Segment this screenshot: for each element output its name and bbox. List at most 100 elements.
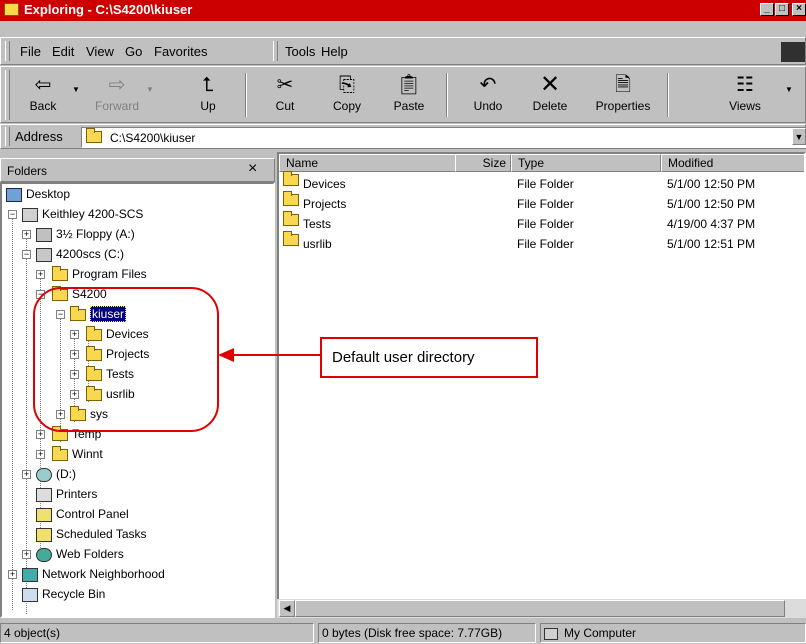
- tree-item-control-panel[interactable]: Control Panel: [36, 504, 129, 524]
- status-bar: 4 object(s) 0 bytes (Disk free space: 7.…: [0, 620, 806, 644]
- expand-icon[interactable]: +: [8, 570, 17, 579]
- scroll-thumb[interactable]: [295, 600, 785, 617]
- recycle-bin-icon: [22, 587, 38, 602]
- tree-item-floppy[interactable]: 3½ Floppy (A:): [36, 224, 135, 244]
- folder-icon: [283, 191, 299, 206]
- menu-tools[interactable]: Tools: [285, 44, 315, 59]
- folders-title: Folders: [7, 164, 48, 178]
- toolbar-separator: [667, 73, 669, 117]
- undo-icon: ↶: [479, 74, 497, 96]
- cut-button[interactable]: ✂ Cut: [255, 71, 315, 113]
- control-panel-icon: [36, 507, 52, 522]
- maximize-button[interactable]: □: [775, 3, 789, 16]
- status-location: My Computer: [540, 623, 806, 643]
- status-object-count: 4 object(s): [0, 623, 314, 643]
- column-header-type[interactable]: Type: [511, 154, 661, 172]
- up-button[interactable]: ⮤ Up: [178, 71, 238, 113]
- forward-arrow-icon: ⇨: [108, 74, 126, 96]
- list-row[interactable]: usrlib File Folder 5/1/00 12:51 PM: [279, 231, 804, 254]
- menu-favorites[interactable]: Favorites: [154, 44, 207, 59]
- forward-button[interactable]: ⇨ Forward: [87, 71, 147, 113]
- toolbar-grip[interactable]: [5, 70, 10, 120]
- collapse-icon[interactable]: −: [22, 250, 31, 259]
- menu-file[interactable]: File: [20, 44, 41, 59]
- collapse-icon[interactable]: −: [8, 210, 17, 219]
- computer-icon: [544, 627, 558, 640]
- menu-bar: File Edit View Go Favorites Tools Help: [0, 37, 806, 65]
- menu-grip[interactable]: [5, 41, 10, 61]
- list-row[interactable]: Devices File Folder 5/1/00 12:50 PM: [279, 171, 804, 194]
- tree-item-scheduled-tasks[interactable]: Scheduled Tasks: [36, 524, 147, 544]
- scheduled-tasks-icon: [36, 527, 52, 542]
- toolbar-separator: [446, 73, 448, 117]
- delete-x-icon: ✕: [539, 71, 561, 98]
- windows-logo-icon: [781, 42, 805, 62]
- title-bar: Exploring - C:\S4200\kiuser _ □ ×: [0, 0, 806, 21]
- properties-icon: 🗎︎: [614, 74, 632, 96]
- horizontal-scrollbar[interactable]: ◀: [277, 599, 806, 618]
- explorer-icon: [4, 3, 19, 16]
- back-dropdown-icon[interactable]: ▼: [72, 85, 80, 94]
- folder-icon: [283, 171, 299, 186]
- views-icon: ☷: [736, 74, 754, 96]
- hard-drive-icon: [36, 247, 52, 262]
- address-grip[interactable]: [5, 127, 10, 146]
- tree-item-ddrive[interactable]: (D:): [36, 464, 76, 484]
- status-disk-space: 0 bytes (Disk free space: 7.77GB): [318, 623, 536, 643]
- paste-button[interactable]: 📋︎ Paste: [379, 71, 439, 113]
- scroll-left-icon[interactable]: ◀: [279, 600, 295, 617]
- close-button[interactable]: ×: [792, 3, 806, 16]
- title-gap: [0, 21, 806, 36]
- views-dropdown-icon[interactable]: ▼: [785, 85, 793, 94]
- column-header-size[interactable]: Size: [455, 154, 511, 172]
- tree-line: [12, 210, 13, 610]
- address-input[interactable]: C:\S4200\kiuser ▼: [81, 127, 806, 148]
- menu-view[interactable]: View: [86, 44, 114, 59]
- expand-icon[interactable]: +: [22, 230, 31, 239]
- column-header-modified[interactable]: Modified: [661, 154, 804, 172]
- tree-item-cdrive[interactable]: 4200scs (C:): [36, 244, 124, 264]
- highlight-ellipse: [33, 287, 219, 432]
- properties-button[interactable]: 🗎︎ Properties: [587, 71, 659, 113]
- toolbar-separator: [245, 73, 247, 117]
- copy-icon: ⎘: [339, 74, 355, 96]
- address-dropdown-icon[interactable]: ▼: [792, 128, 806, 145]
- address-bar: Address C:\S4200\kiuser ▼: [0, 124, 806, 149]
- menu-grip-2[interactable]: [273, 41, 278, 61]
- expand-icon[interactable]: +: [22, 550, 31, 559]
- expand-icon[interactable]: +: [22, 470, 31, 479]
- list-row[interactable]: Projects File Folder 5/1/00 12:50 PM: [279, 191, 804, 214]
- desktop-icon: [6, 187, 22, 202]
- tree-item-desktop[interactable]: Desktop: [6, 184, 70, 204]
- list-row[interactable]: Tests File Folder 4/19/00 4:37 PM: [279, 211, 804, 234]
- delete-button[interactable]: ✕ Delete: [520, 71, 580, 113]
- tree-item-web-folders[interactable]: Web Folders: [36, 544, 124, 564]
- network-icon: [22, 567, 38, 582]
- minimize-button[interactable]: _: [760, 3, 774, 16]
- back-button[interactable]: ⇦ Back: [13, 71, 73, 113]
- tree-item-computer[interactable]: Keithley 4200-SCS: [22, 204, 143, 224]
- menu-help[interactable]: Help: [321, 44, 348, 59]
- forward-dropdown-icon[interactable]: ▼: [146, 85, 154, 94]
- undo-button[interactable]: ↶ Undo: [458, 71, 518, 113]
- expand-icon[interactable]: +: [36, 430, 45, 439]
- menu-edit[interactable]: Edit: [52, 44, 74, 59]
- web-folders-icon: [36, 547, 52, 562]
- tree-item-program-files[interactable]: Program Files: [52, 264, 147, 284]
- annotation-arrow: [218, 348, 322, 362]
- address-value: C:\S4200\kiuser: [110, 131, 196, 145]
- copy-button[interactable]: ⎘ Copy: [317, 71, 377, 113]
- clipboard-icon: 📋︎: [396, 74, 422, 96]
- window-title: Exploring - C:\S4200\kiuser: [24, 2, 193, 17]
- tree-item-recycle-bin[interactable]: Recycle Bin: [22, 584, 105, 604]
- tree-item-printers[interactable]: Printers: [36, 484, 97, 504]
- folder-icon: [86, 128, 102, 144]
- tree-item-winnt[interactable]: Winnt: [52, 444, 103, 464]
- expand-icon[interactable]: +: [36, 450, 45, 459]
- tree-item-network[interactable]: Network Neighborhood: [22, 564, 165, 584]
- close-pane-icon[interactable]: ×: [248, 160, 257, 178]
- computer-icon: [22, 207, 38, 222]
- views-button[interactable]: ☷ Views: [715, 71, 775, 113]
- menu-go[interactable]: Go: [125, 44, 142, 59]
- expand-icon[interactable]: +: [36, 270, 45, 279]
